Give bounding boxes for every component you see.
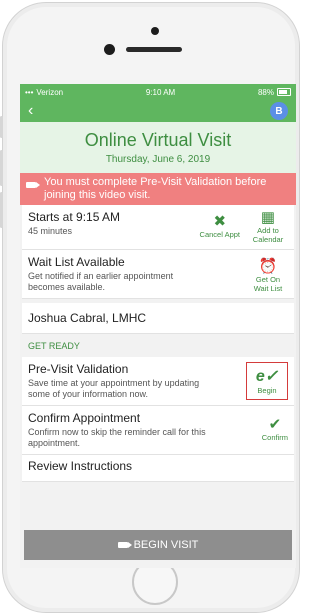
top-camera-icon	[151, 27, 159, 35]
wait-list-card: Wait List Available Get notified if an e…	[22, 250, 294, 299]
confirm-description: Confirm now to skip the reminder call fo…	[28, 427, 206, 448]
x-icon: ✖	[213, 213, 227, 230]
pre-visit-card: Pre-Visit Validation Save time at your a…	[22, 357, 294, 406]
side-button-mute	[0, 116, 3, 138]
begin-label: Begin	[257, 385, 277, 395]
section-get-ready: GET READY	[20, 334, 296, 357]
signal-icon: •••	[25, 87, 34, 97]
carrier-label: Verizon	[36, 87, 64, 97]
front-camera-icon	[104, 44, 115, 55]
visit-date: Thursday, June 6, 2019	[105, 154, 211, 165]
add-to-calendar-label: Add to Calendar	[252, 226, 284, 244]
begin-visit-label: BEGIN VISIT	[133, 539, 199, 551]
video-camera-icon	[26, 182, 40, 188]
video-camera-icon	[117, 542, 132, 548]
instructions-card[interactable]: Review Instructions	[22, 455, 294, 482]
page-title: Online Virtual Visit	[84, 130, 232, 150]
nav-bar: ‹ B	[20, 100, 296, 122]
begin-visit-button[interactable]: BEGIN VISIT	[24, 530, 292, 560]
add-to-calendar-button[interactable]: ▦ Add to Calendar	[248, 209, 288, 245]
alarm-clock-icon: ⏰	[258, 258, 278, 275]
pre-visit-title: Pre-Visit Validation	[28, 362, 129, 376]
begin-button[interactable]: e✓ Begin	[246, 362, 288, 400]
provider-card: Joshua Cabral, LMHC	[22, 303, 294, 334]
warning-text: You must complete Pre-Visit Validation b…	[44, 176, 267, 201]
app-screen: ••• Verizon 9:10 AM 88% ‹ B Online Virtu…	[20, 84, 296, 568]
confirm-card: Confirm Appointment Confirm now to skip …	[22, 406, 294, 455]
wait-list-title: Wait List Available	[28, 255, 125, 269]
signature-check-icon: e✓	[255, 367, 279, 385]
back-chevron-icon[interactable]: ‹	[28, 103, 33, 119]
confirm-label: Confirm	[261, 433, 288, 442]
validation-warning-banner: You must complete Pre-Visit Validation b…	[20, 173, 296, 205]
cancel-appt-button[interactable]: ✖ Cancel Appt	[199, 213, 240, 240]
side-button-volume-up	[0, 150, 3, 186]
appointment-card: Starts at 9:15 AM 45 minutes ✖ Cancel Ap…	[22, 205, 294, 250]
confirm-button[interactable]: ✔ Confirm	[261, 416, 288, 443]
battery-percent: 88%	[257, 87, 274, 97]
instructions-title: Review Instructions	[28, 459, 133, 473]
battery-icon	[277, 88, 291, 96]
user-avatar[interactable]: B	[270, 102, 288, 120]
side-button-volume-down	[0, 192, 3, 228]
cancel-appt-label: Cancel Appt	[199, 230, 240, 239]
visit-header: Online Virtual Visit Thursday, June 6, 2…	[20, 122, 296, 173]
start-time: Starts at 9:15 AM	[28, 210, 121, 224]
provider-name: Joshua Cabral, LMHC	[28, 311, 147, 325]
pre-visit-description: Save time at your appointment by updatin…	[28, 378, 200, 399]
checkmark-icon: ✔	[268, 416, 282, 433]
calendar-icon: ▦	[260, 209, 276, 226]
get-on-wait-list-button[interactable]: ⏰ Get On Wait List	[248, 258, 288, 294]
confirm-title: Confirm Appointment	[28, 411, 141, 425]
status-bar: ••• Verizon 9:10 AM 88%	[20, 84, 296, 100]
wait-list-description: Get notified if an earlier appointment b…	[28, 271, 174, 292]
status-time: 9:10 AM	[145, 87, 176, 97]
get-on-wait-list-label: Get On Wait List	[253, 275, 283, 293]
speaker-grille	[126, 47, 182, 52]
duration: 45 minutes	[28, 226, 73, 236]
